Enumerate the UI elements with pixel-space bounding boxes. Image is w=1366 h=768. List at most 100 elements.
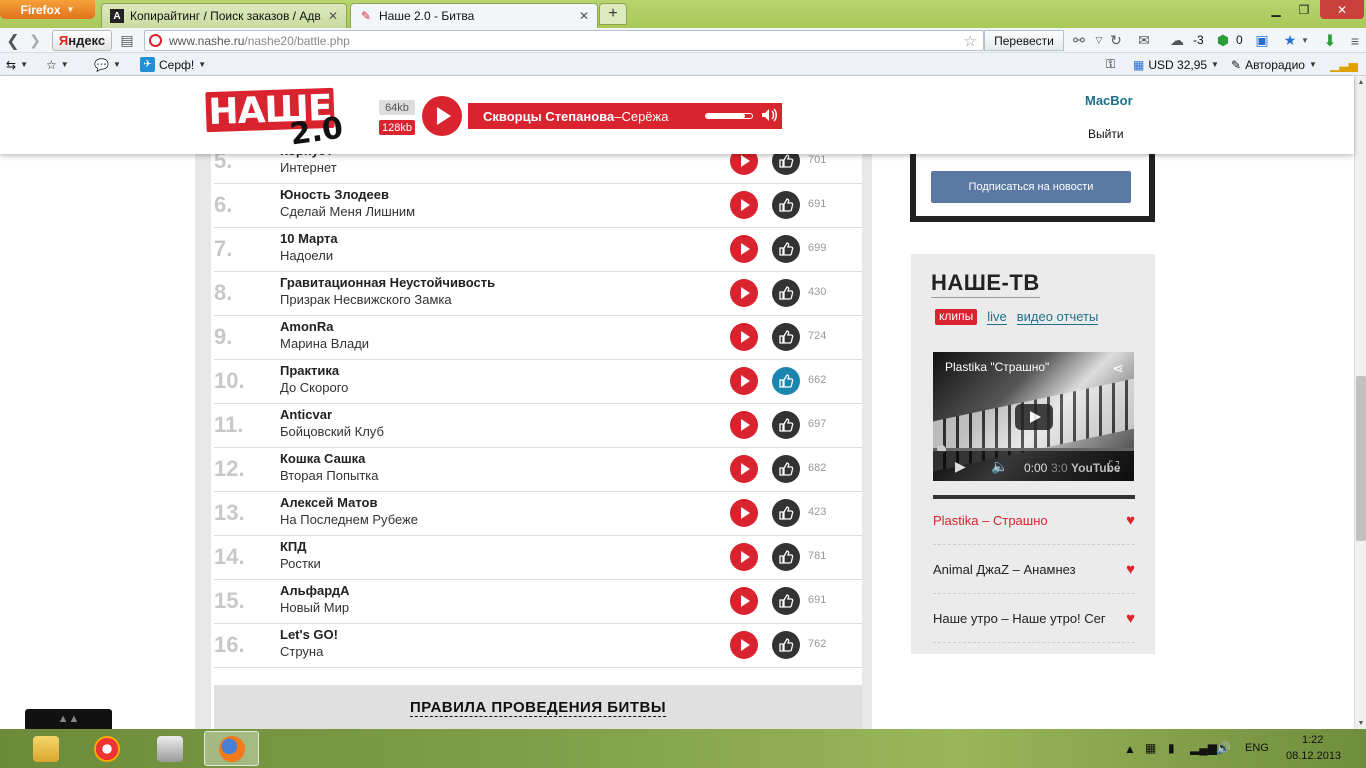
surf-button[interactable]: ✈ Серф! ▼ xyxy=(140,56,206,73)
track-play-button[interactable] xyxy=(730,455,758,483)
back-icon[interactable]: ❮ xyxy=(4,31,22,50)
play-icon[interactable]: ▶ xyxy=(955,458,966,475)
reload-icon[interactable]: ↻ xyxy=(1108,31,1124,50)
playlist-item[interactable]: Animal ДжаZ – Анамнез ♥ xyxy=(933,545,1135,594)
extension-icon[interactable]: ▣ xyxy=(1254,31,1270,50)
translate-button[interactable]: Перевести xyxy=(984,30,1064,51)
vote-thumbs-up-button[interactable] xyxy=(772,191,800,219)
yandex-button[interactable]: Яндекс xyxy=(52,30,112,51)
signal-icon[interactable]: ▁▃▅ xyxy=(1330,56,1358,73)
heart-icon[interactable]: ♥ xyxy=(1126,512,1135,529)
favorites-button[interactable]: ☆ ▼ xyxy=(46,56,69,73)
volume-slider[interactable] xyxy=(705,113,753,119)
battle-artist[interactable]: Практика xyxy=(280,363,339,378)
user-name[interactable]: MacBor xyxy=(1085,93,1133,108)
address-bar[interactable]: www.nashe.ru/nashe20/battle.php ☆ xyxy=(144,30,984,51)
track-play-button[interactable] xyxy=(730,543,758,571)
tray-signal-icon[interactable]: ▂▄▆ xyxy=(1190,741,1217,755)
vote-thumbs-up-button[interactable] xyxy=(772,543,800,571)
nashe-logo[interactable]: НАШЕ 2.0 xyxy=(205,84,345,153)
minimize-button[interactable]: ▁ xyxy=(1262,0,1290,19)
tray-time[interactable]: 1:22 xyxy=(1302,734,1323,746)
radio-widget[interactable]: ✎ Авторадио ▼ xyxy=(1231,56,1317,73)
video-player[interactable]: Plastika "Страшно" ⋖ ▶ 🔈 0:00 3:0 YouTub… xyxy=(933,352,1134,481)
track-play-button[interactable] xyxy=(730,323,758,351)
bookmark-star-icon[interactable]: ☆ xyxy=(964,32,977,50)
radio-play-button[interactable] xyxy=(422,96,462,136)
vote-thumbs-up-button[interactable] xyxy=(772,367,800,395)
tray-date[interactable]: 08.12.2013 xyxy=(1286,750,1341,762)
fullscreen-icon[interactable]: ⛶ xyxy=(1109,458,1119,475)
battle-artist[interactable]: КПД xyxy=(280,539,307,554)
vote-thumbs-up-button[interactable] xyxy=(772,323,800,351)
download-icon[interactable]: ⬇ xyxy=(1321,31,1339,50)
close-tab-icon[interactable]: ✕ xyxy=(579,9,589,23)
taskbar-media[interactable] xyxy=(79,731,134,766)
close-tab-icon[interactable]: ✕ xyxy=(328,9,338,23)
tv-tab-video-reports[interactable]: видео отчеты xyxy=(1016,309,1099,325)
heart-icon[interactable]: ♥ xyxy=(1126,610,1135,627)
floating-panel-tab[interactable]: ▲▲ xyxy=(25,709,112,729)
subscribe-button[interactable]: Подписаться на новости xyxy=(931,171,1131,203)
track-play-button[interactable] xyxy=(730,279,758,307)
tv-tab-live[interactable]: live xyxy=(987,309,1007,325)
currency-widget[interactable]: ▦ USD 32,95 ▼ xyxy=(1133,56,1219,73)
rules-title[interactable]: ПРАВИЛА ПРОВЕДЕНИЯ БИТВЫ xyxy=(409,699,667,717)
battle-artist[interactable]: АльфардА xyxy=(280,583,350,598)
chevron-down-icon[interactable]: ▼ xyxy=(1300,31,1310,50)
tab-nashe-battle[interactable]: ✎ Наше 2.0 - Битва ✕ xyxy=(350,3,598,28)
reader-glasses-icon[interactable]: ⚯ xyxy=(1068,31,1090,50)
chat-button[interactable]: 💬 ▼ xyxy=(94,56,121,73)
tray-language[interactable]: ENG xyxy=(1245,742,1269,754)
tray-network-icon[interactable]: ▦ xyxy=(1145,741,1156,755)
mail-icon[interactable]: ✉ xyxy=(1135,31,1153,50)
track-play-button[interactable] xyxy=(730,499,758,527)
taskbar-app[interactable] xyxy=(142,731,197,766)
track-play-button[interactable] xyxy=(730,631,758,659)
vote-thumbs-up-button[interactable] xyxy=(772,455,800,483)
video-play-button[interactable] xyxy=(1015,404,1053,430)
scroll-up-icon[interactable]: ▲ xyxy=(1355,76,1366,88)
battle-artist[interactable]: Гравитационная Неустойчивость xyxy=(280,275,495,290)
vote-thumbs-up-button[interactable] xyxy=(772,499,800,527)
battle-artist[interactable]: Let's GO! xyxy=(280,627,338,642)
tray-arrow-icon[interactable]: ▲ xyxy=(1124,742,1136,756)
scroll-down-icon[interactable]: ▼ xyxy=(1355,717,1366,729)
vote-thumbs-up-button[interactable] xyxy=(772,279,800,307)
taskbar-explorer[interactable] xyxy=(18,731,73,766)
bitrate-64-button[interactable]: 64kb xyxy=(379,100,415,115)
menu-icon[interactable]: ≡ xyxy=(1346,31,1364,50)
bitrate-128-button[interactable]: 128kb xyxy=(379,120,415,135)
speaker-icon[interactable] xyxy=(760,106,778,124)
video-title[interactable]: Plastika "Страшно" xyxy=(945,360,1049,374)
scrollbar-thumb[interactable] xyxy=(1356,376,1366,541)
tab-kopirayting[interactable]: A Копирайтинг / Поиск заказов / Адв... ✕ xyxy=(101,3,347,28)
battle-artist[interactable]: Алексей Матов xyxy=(280,495,377,510)
tray-volume-icon[interactable]: 🔊 xyxy=(1216,741,1231,755)
track-play-button[interactable] xyxy=(730,587,758,615)
key-icon[interactable]: ⚿ xyxy=(1106,56,1115,73)
playlist-item[interactable]: Plastika – Страшно ♥ xyxy=(933,496,1135,545)
close-window-button[interactable]: ✕ xyxy=(1320,0,1364,19)
vote-thumbs-up-button[interactable] xyxy=(772,587,800,615)
firefox-menu-button[interactable]: Firefox ▼ xyxy=(0,0,95,19)
heart-icon[interactable]: ♥ xyxy=(1126,561,1135,578)
page-scrollbar[interactable]: ▲ ▼ xyxy=(1354,76,1366,729)
battle-artist[interactable]: AmonRa xyxy=(280,319,333,334)
tv-tab-clips[interactable]: клипы xyxy=(935,309,978,325)
maximize-button[interactable]: ❐ xyxy=(1290,0,1318,19)
new-tab-button[interactable]: + xyxy=(599,3,627,25)
battle-artist[interactable]: Anticvar xyxy=(280,407,332,422)
chevron-down-icon[interactable]: ▽ xyxy=(1093,31,1105,50)
forward-icon[interactable]: ❯ xyxy=(27,31,43,50)
battle-artist[interactable]: Юность Злодеев xyxy=(280,187,389,202)
taskbar-firefox[interactable] xyxy=(204,731,259,766)
volume-icon[interactable]: 🔈 xyxy=(991,458,1008,475)
logout-link[interactable]: Выйти xyxy=(1088,127,1124,141)
playlist-item[interactable]: Наше утро – Наше утро! Сег ♥ xyxy=(933,594,1135,643)
weather-cloud-icon[interactable]: ☁ xyxy=(1164,31,1190,50)
vote-thumbs-up-button[interactable] xyxy=(772,411,800,439)
vote-thumbs-up-button[interactable] xyxy=(772,631,800,659)
battle-artist[interactable]: 10 Марта xyxy=(280,231,338,246)
tab-list-icon[interactable]: ▤ xyxy=(118,31,136,50)
